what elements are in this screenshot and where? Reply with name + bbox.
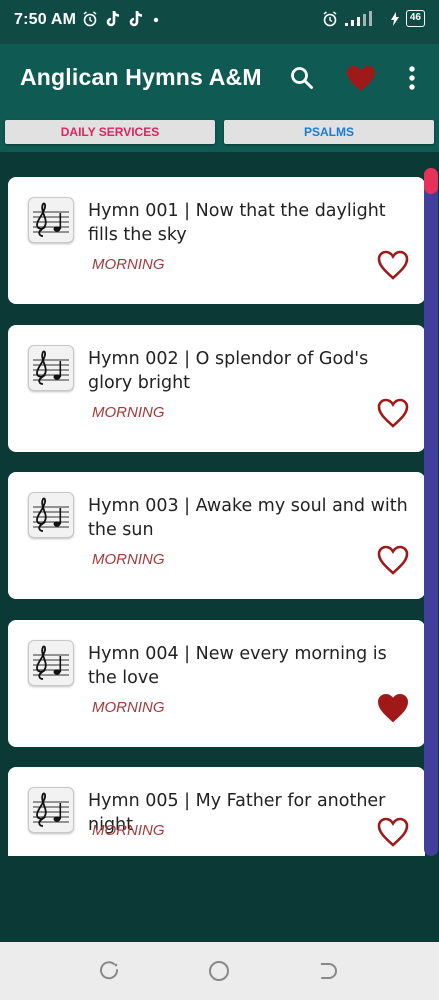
- hymn-title: Hymn 003 | Awake my soul and with the su…: [88, 496, 408, 540]
- heart-icon: [347, 65, 375, 91]
- hymn-list[interactable]: Hymn 001 | Now that the daylight fills t…: [0, 152, 439, 856]
- tab-bar: DAILY SERVICES PSALMS: [0, 112, 439, 152]
- charging-icon: [390, 11, 399, 26]
- battery-level: 46: [405, 10, 425, 27]
- hymn-title: Hymn 004 | New every morning is the love: [88, 644, 387, 688]
- hymn-card[interactable]: Hymn 003 | Awake my soul and with the su…: [8, 472, 425, 599]
- hymn-card[interactable]: Hymn 001 | Now that the daylight fills t…: [8, 177, 425, 304]
- search-icon: [291, 67, 313, 89]
- favorites-button[interactable]: [345, 62, 377, 94]
- music-note-icon: [28, 345, 74, 391]
- hymn-category: MORNING: [92, 551, 165, 568]
- tiktok-icon: [106, 10, 120, 27]
- back-button[interactable]: [316, 959, 340, 983]
- back-icon: [320, 962, 337, 979]
- favorite-toggle[interactable]: [376, 249, 410, 281]
- dot-icon: [153, 17, 159, 23]
- heart-filled-icon: [377, 693, 409, 723]
- hymn-category: MORNING: [92, 256, 165, 273]
- tiktok-icon: [129, 10, 143, 27]
- tab-daily-services[interactable]: DAILY SERVICES: [5, 120, 215, 144]
- alarm-icon: [83, 11, 97, 27]
- heart-outline-icon: [377, 817, 409, 847]
- recents-button[interactable]: [98, 959, 122, 983]
- hymn-category: MORNING: [92, 699, 165, 716]
- favorite-toggle[interactable]: [376, 397, 410, 429]
- scrollbar-thumb[interactable]: [424, 168, 438, 194]
- hymn-card[interactable]: Hymn 005 | My Father for another night M…: [8, 767, 425, 856]
- favorite-toggle[interactable]: [376, 816, 410, 848]
- heart-outline-icon: [377, 398, 409, 428]
- scrollbar-track[interactable]: [424, 168, 438, 856]
- app-bar: Anglican Hymns A&M: [0, 44, 439, 112]
- status-time: 7:50 AM: [14, 11, 77, 28]
- home-icon: [209, 961, 229, 981]
- tab-psalms[interactable]: PSALMS: [224, 120, 434, 144]
- music-note-icon: [28, 492, 74, 538]
- hymn-card[interactable]: Hymn 004 | New every morning is the love…: [8, 620, 425, 747]
- hymn-category: MORNING: [92, 822, 165, 839]
- signal-icon: [344, 10, 372, 26]
- app-title: Anglican Hymns A&M: [20, 64, 262, 90]
- hymn-category: MORNING: [92, 404, 165, 421]
- hymn-title: Hymn 001 | Now that the daylight fills t…: [88, 201, 386, 245]
- more-vert-icon: [409, 66, 415, 90]
- music-note-icon: [28, 787, 74, 833]
- favorite-toggle[interactable]: [376, 544, 410, 576]
- favorite-toggle[interactable]: [376, 692, 410, 724]
- music-note-icon: [28, 640, 74, 686]
- alarm-icon: [323, 10, 337, 26]
- heart-outline-icon: [377, 545, 409, 575]
- music-note-icon: [28, 197, 74, 243]
- recents-icon: [100, 961, 119, 980]
- home-button[interactable]: [207, 959, 231, 983]
- system-nav-bar: [0, 942, 439, 1000]
- hymn-title: Hymn 002 | O splendor of God's glory bri…: [88, 349, 369, 393]
- search-button[interactable]: [286, 62, 318, 94]
- hymn-card[interactable]: Hymn 002 | O splendor of God's glory bri…: [8, 325, 425, 452]
- heart-outline-icon: [377, 250, 409, 280]
- overflow-menu-button[interactable]: [396, 62, 428, 94]
- status-bar: 7:50 AM 46: [0, 0, 439, 44]
